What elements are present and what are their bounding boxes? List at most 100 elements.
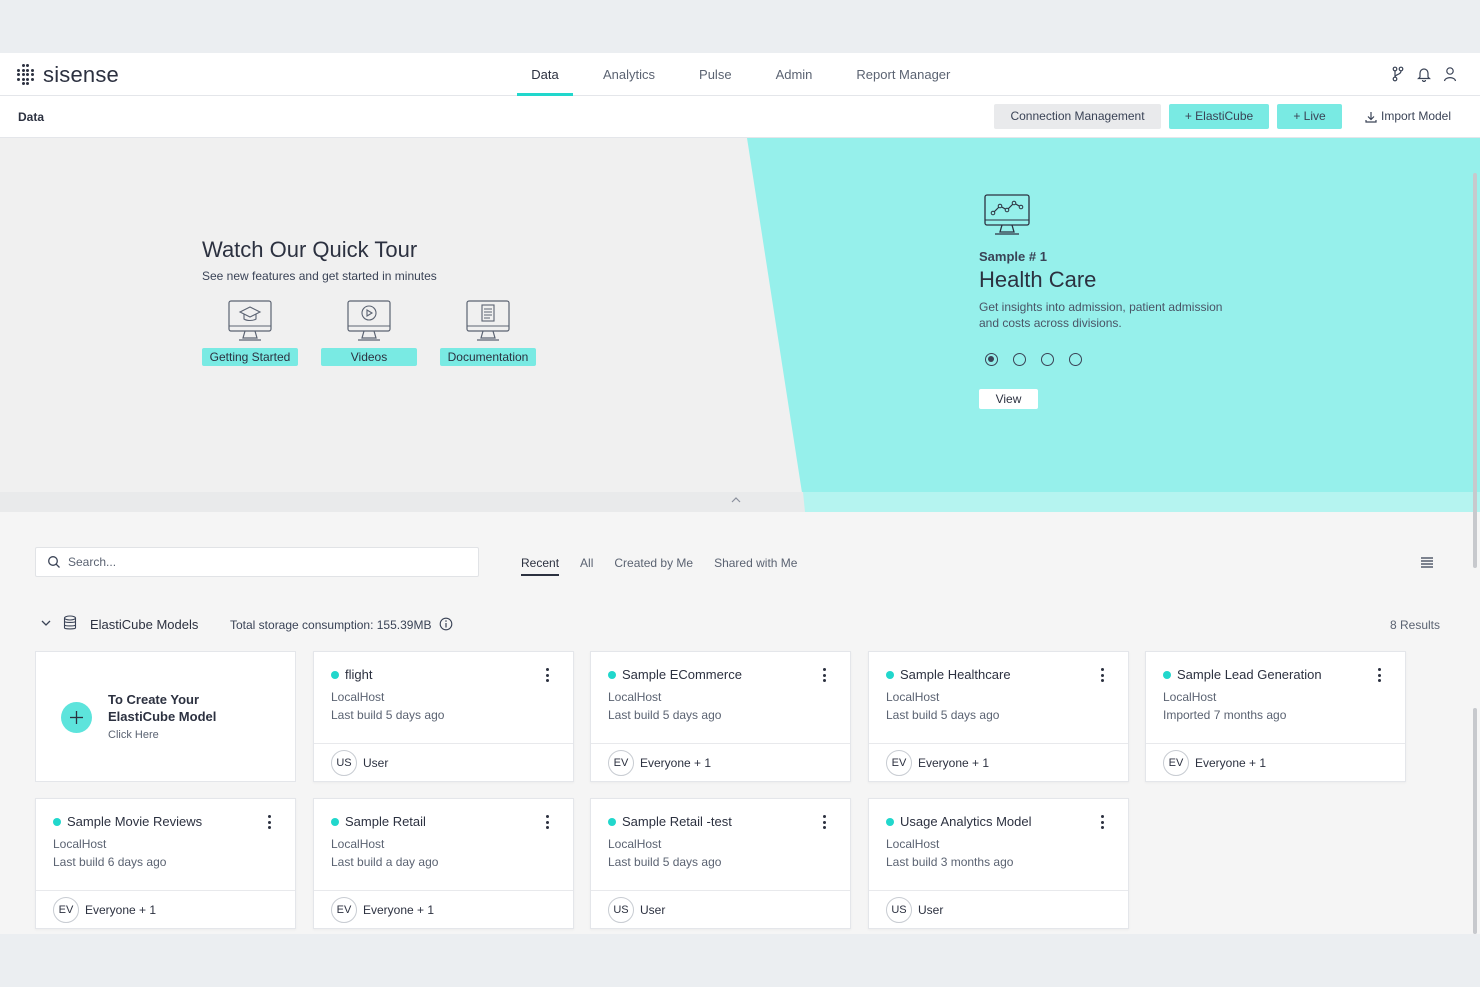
create-elasticube-card[interactable]: To Create Your ElastiCube Model Click He… bbox=[35, 651, 296, 782]
more-options-icon[interactable] bbox=[820, 814, 828, 830]
collapse-caret-icon[interactable] bbox=[731, 495, 741, 506]
filter-shared-with-me[interactable]: Shared with Me bbox=[714, 556, 797, 576]
main-tabs: Data Analytics Pulse Admin Report Manage… bbox=[517, 53, 950, 96]
model-host: LocalHost bbox=[1163, 690, 1217, 704]
view-sample-button[interactable]: View bbox=[979, 389, 1038, 409]
model-card-body: Sample Retail -test LocalHost Last build… bbox=[591, 799, 850, 891]
model-card-flight[interactable]: flight LocalHost Last build 5 days ago U… bbox=[313, 651, 574, 782]
elasticube-section-header: ElastiCube Models Total storage consumpt… bbox=[38, 615, 1442, 635]
documentation-label[interactable]: Documentation bbox=[440, 348, 536, 366]
model-owner: User bbox=[918, 903, 944, 917]
carousel-dot-1[interactable] bbox=[985, 353, 998, 366]
model-host: LocalHost bbox=[886, 837, 940, 851]
getting-started-label[interactable]: Getting Started bbox=[202, 348, 298, 366]
more-options-icon[interactable] bbox=[1375, 667, 1383, 683]
hero-banner: Watch Our Quick Tour See new features an… bbox=[0, 138, 1480, 512]
model-name: Sample ECommerce bbox=[622, 667, 742, 682]
avatar: EV bbox=[886, 750, 912, 776]
model-build-status: Last build 5 days ago bbox=[886, 708, 1000, 722]
status-dot bbox=[608, 818, 616, 826]
filter-all[interactable]: All bbox=[580, 556, 593, 576]
import-model-button[interactable]: Import Model bbox=[1356, 104, 1460, 129]
filter-recent[interactable]: Recent bbox=[521, 556, 560, 576]
more-options-icon[interactable] bbox=[1098, 814, 1106, 830]
add-elasticube-button[interactable]: + ElastiCube bbox=[1169, 104, 1269, 129]
model-build-status: Last build 5 days ago bbox=[331, 708, 445, 722]
model-name: Sample Healthcare bbox=[900, 667, 1011, 682]
tour-title: Watch Our Quick Tour bbox=[202, 237, 418, 262]
graduation-cap-monitor-icon bbox=[228, 300, 272, 341]
model-name: Usage Analytics Model bbox=[900, 814, 1032, 829]
model-card-body: Sample Healthcare LocalHost Last build 5… bbox=[869, 652, 1128, 744]
model-host: LocalHost bbox=[608, 690, 662, 704]
model-card-body: flight LocalHost Last build 5 days ago bbox=[314, 652, 573, 744]
user-icon[interactable] bbox=[1442, 65, 1458, 83]
status-dot bbox=[331, 818, 339, 826]
model-host: LocalHost bbox=[331, 690, 385, 704]
tour-documentation[interactable]: Documentation bbox=[440, 300, 536, 366]
database-icon bbox=[63, 615, 77, 630]
carousel-dots bbox=[985, 353, 1082, 366]
model-card-usage-analytics[interactable]: Usage Analytics Model LocalHost Last bui… bbox=[868, 798, 1129, 929]
search-input[interactable] bbox=[68, 553, 468, 571]
tab-report-manager[interactable]: Report Manager bbox=[856, 53, 950, 96]
filter-created-by-me[interactable]: Created by Me bbox=[614, 556, 693, 576]
avatar: EV bbox=[331, 897, 357, 923]
carousel-dot-4[interactable] bbox=[1069, 353, 1082, 366]
model-host: LocalHost bbox=[608, 837, 662, 851]
more-options-icon[interactable] bbox=[543, 667, 551, 683]
info-icon[interactable] bbox=[439, 617, 453, 631]
chevron-down-icon[interactable] bbox=[40, 617, 52, 629]
model-card-sample-retail-test[interactable]: Sample Retail -test LocalHost Last build… bbox=[590, 798, 851, 929]
tab-data[interactable]: Data bbox=[517, 53, 573, 96]
top-navigation: sisense Data Analytics Pulse Admin Repor… bbox=[0, 53, 1480, 96]
model-card-body: Sample Lead Generation LocalHost Importe… bbox=[1146, 652, 1405, 744]
app-window: sisense Data Analytics Pulse Admin Repor… bbox=[0, 53, 1480, 934]
filter-tabs: Recent All Created by Me Shared with Me bbox=[521, 556, 797, 576]
model-host: LocalHost bbox=[53, 837, 107, 851]
git-branch-icon[interactable] bbox=[1390, 65, 1406, 83]
scrollbar-lower[interactable] bbox=[1473, 708, 1477, 934]
more-options-icon[interactable] bbox=[1098, 667, 1106, 683]
model-owner: Everyone + 1 bbox=[1195, 756, 1267, 770]
connection-management-button[interactable]: Connection Management bbox=[994, 104, 1161, 129]
more-options-icon[interactable] bbox=[543, 814, 551, 830]
avatar: EV bbox=[1163, 750, 1189, 776]
model-card-sample-retail[interactable]: Sample Retail LocalHost Last build a day… bbox=[313, 798, 574, 929]
avatar: EV bbox=[608, 750, 634, 776]
more-options-icon[interactable] bbox=[265, 814, 273, 830]
tab-admin[interactable]: Admin bbox=[776, 53, 813, 96]
model-name: flight bbox=[345, 667, 373, 682]
avatar: EV bbox=[53, 897, 79, 923]
model-card-body: Sample Movie Reviews LocalHost Last buil… bbox=[36, 799, 295, 891]
more-options-icon[interactable] bbox=[820, 667, 828, 683]
model-card-sample-ecommerce[interactable]: Sample ECommerce LocalHost Last build 5 … bbox=[590, 651, 851, 782]
import-model-label: Import Model bbox=[1380, 109, 1452, 123]
plus-icon bbox=[61, 702, 92, 733]
bell-icon[interactable] bbox=[1416, 65, 1432, 83]
carousel-dot-3[interactable] bbox=[1041, 353, 1054, 366]
scrollbar[interactable] bbox=[1473, 173, 1477, 568]
tour-videos[interactable]: Videos bbox=[321, 300, 417, 366]
model-name: Sample Lead Generation bbox=[1177, 667, 1322, 682]
tab-pulse[interactable]: Pulse bbox=[699, 53, 732, 96]
videos-label[interactable]: Videos bbox=[321, 348, 417, 366]
sisense-logo[interactable]: sisense bbox=[17, 62, 119, 88]
model-name: Sample Retail -test bbox=[622, 814, 732, 829]
model-card-sample-movie-reviews[interactable]: Sample Movie Reviews LocalHost Last buil… bbox=[35, 798, 296, 929]
logo-text: sisense bbox=[43, 62, 119, 87]
carousel-dot-2[interactable] bbox=[1013, 353, 1026, 366]
model-name: Sample Retail bbox=[345, 814, 426, 829]
model-card-sample-lead-generation[interactable]: Sample Lead Generation LocalHost Importe… bbox=[1145, 651, 1406, 782]
model-build-status: Last build 3 months ago bbox=[886, 855, 1014, 869]
model-card-sample-healthcare[interactable]: Sample Healthcare LocalHost Last build 5… bbox=[868, 651, 1129, 782]
tab-analytics[interactable]: Analytics bbox=[603, 53, 655, 96]
model-build-status: Last build a day ago bbox=[331, 855, 439, 869]
logo-dots-icon bbox=[17, 64, 35, 86]
tour-getting-started[interactable]: Getting Started bbox=[202, 300, 298, 366]
status-dot bbox=[608, 671, 616, 679]
status-dot bbox=[53, 818, 61, 826]
list-view-icon[interactable] bbox=[1420, 556, 1434, 574]
add-live-button[interactable]: + Live bbox=[1277, 104, 1342, 129]
avatar: US bbox=[331, 750, 357, 776]
